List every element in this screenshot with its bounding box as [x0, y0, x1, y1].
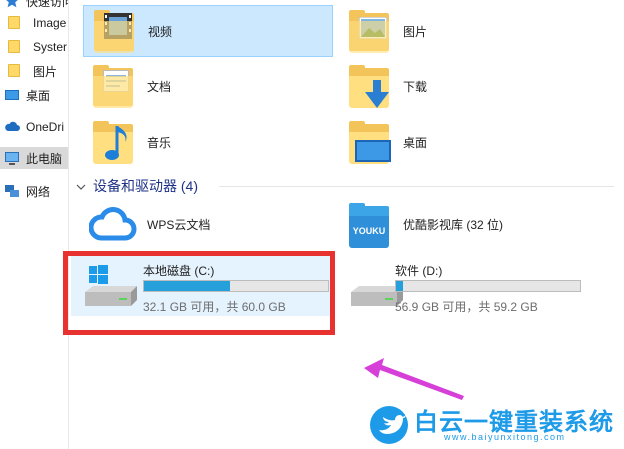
youku-logo-text: YOUKU	[352, 226, 386, 236]
nav-pinned-system[interactable]: Syster	[0, 36, 68, 58]
drive-d[interactable]: 软件 (D:) 56.9 GB 可用，共 59.2 GB	[339, 254, 614, 316]
nav-label: OneDri	[26, 120, 65, 134]
folder-label: 桌面	[403, 135, 428, 150]
nav-label: 图片	[33, 64, 58, 79]
chevron-down-icon	[75, 180, 87, 192]
section-title: 设备和驱动器 (4)	[93, 178, 198, 194]
device-wps-cloud[interactable]: WPS云文档	[83, 198, 333, 250]
nav-label: 桌面	[26, 88, 51, 103]
computer-icon	[4, 150, 20, 166]
cloud-icon	[4, 119, 21, 135]
folder-icon	[8, 15, 24, 31]
folder-downloads[interactable]: 下载	[339, 60, 589, 112]
drive-usage-fill	[396, 281, 404, 291]
nav-this-pc[interactable]: 此电脑	[0, 147, 68, 169]
folder-label: 图片	[403, 24, 428, 39]
nav-label: 网络	[26, 184, 51, 199]
navigation-pane: 快速访问 Image Syster 图片 桌面 OneDri 此电脑 网络	[0, 0, 69, 449]
network-icon	[4, 183, 20, 199]
nav-label: Syster	[33, 40, 68, 54]
nav-pinned-desktop[interactable]: 桌面	[0, 84, 68, 106]
watermark-url: www.baiyunxitong.com	[444, 432, 566, 442]
folder-pictures[interactable]: 图片	[339, 5, 589, 57]
device-youku-library[interactable]: YOUKU 优酷影视库 (32 位)	[339, 198, 599, 250]
drive-space-text: 56.9 GB 可用，共 59.2 GB	[395, 300, 538, 314]
folder-videos[interactable]: 视频	[83, 5, 333, 57]
folder-label: 音乐	[147, 135, 172, 150]
section-divider	[219, 186, 614, 187]
download-folder-icon	[345, 62, 393, 110]
folder-music[interactable]: 音乐	[83, 116, 333, 168]
watermark: 白云一键重装系统 www.baiyunxitong.com	[370, 402, 620, 446]
cloud-icon	[88, 200, 137, 248]
content-pane: 视频 图片 文档 下载 音乐 桌面 设备和驱动器 (4) WPS云文档 YOUK…	[69, 0, 624, 449]
nav-label: 快速访问	[26, 0, 68, 9]
devices-drives-header[interactable]: 设备和驱动器 (4)	[75, 176, 198, 196]
red-highlight-frame	[63, 251, 335, 335]
nav-label: Image	[33, 16, 67, 30]
desktop-folder-icon	[345, 118, 393, 166]
folder-label: 视频	[148, 24, 173, 39]
video-folder-icon	[90, 7, 138, 55]
nav-pinned-image[interactable]: Image	[0, 12, 68, 34]
folder-desktop[interactable]: 桌面	[339, 116, 589, 168]
nav-pinned-pictures[interactable]: 图片	[0, 60, 68, 82]
drive-usage-bar	[395, 280, 581, 292]
music-folder-icon	[89, 118, 137, 166]
star-icon	[4, 0, 20, 9]
youku-folder-icon: YOUKU	[345, 200, 393, 248]
folder-label: 下载	[403, 79, 428, 94]
picture-folder-icon	[345, 7, 393, 55]
nav-onedrive[interactable]: OneDri	[0, 116, 68, 138]
folder-icon	[8, 63, 24, 79]
pointer-arrow-icon	[364, 358, 464, 400]
nav-label: 此电脑	[26, 151, 63, 166]
folder-icon	[8, 39, 24, 55]
drive-name: 软件 (D:)	[395, 264, 443, 278]
nav-quick-access[interactable]: 快速访问	[0, 0, 68, 12]
bird-logo-icon	[370, 406, 408, 444]
folder-label: 文档	[147, 79, 172, 94]
device-label: WPS云文档	[147, 217, 211, 232]
folder-documents[interactable]: 文档	[83, 60, 333, 112]
document-folder-icon	[89, 62, 137, 110]
nav-network[interactable]: 网络	[0, 180, 68, 202]
device-label: 优酷影视库 (32 位)	[403, 217, 504, 232]
desktop-icon	[4, 87, 20, 103]
